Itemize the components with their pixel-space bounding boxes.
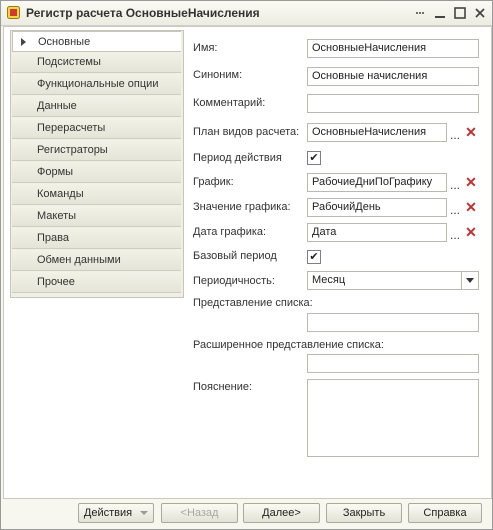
help-button[interactable]: Справка (408, 503, 482, 523)
synonym-input[interactable]: Основные начисления (307, 67, 479, 86)
schedule-value-input[interactable]: РабочийДень (307, 198, 447, 217)
base-period-checkbox[interactable]: ✔ (307, 250, 321, 264)
calc-plan-label: План видов расчета: (193, 126, 300, 138)
back-button[interactable]: <Назад (161, 503, 238, 523)
schedule-select-button[interactable]: ... (447, 173, 463, 192)
sidebar-item-recalculations[interactable]: Перерасчеты (12, 118, 181, 139)
explanation-label: Пояснение: (193, 381, 253, 393)
periodicity-label: Периодичность: (193, 275, 275, 287)
schedule-date-label: Дата графика: (193, 226, 267, 238)
sidebar-item-templates[interactable]: Макеты (12, 206, 181, 227)
schedule-clear-icon[interactable]: ✕ (464, 173, 478, 192)
window-title: Регистр расчета ОсновныеНачисления (26, 6, 260, 20)
ext-list-presentation-label: Расширенное представление списка: (193, 339, 384, 351)
periodicity-select[interactable]: Месяц (307, 271, 479, 290)
schedule-value-select-button[interactable]: ... (447, 198, 463, 217)
schedule-label: График: (193, 176, 234, 188)
active-arrow-icon (21, 38, 26, 46)
schedule-date-select-button[interactable]: ... (447, 223, 463, 242)
sidebar-item-rights[interactable]: Права (12, 228, 181, 249)
schedule-value-clear-icon[interactable]: ✕ (464, 198, 478, 217)
synonym-label: Синоним: (193, 69, 243, 81)
sidebar-item-forms[interactable]: Формы (12, 162, 181, 183)
close-button[interactable]: Закрыть (326, 503, 402, 523)
schedule-input[interactable]: РабочиеДниПоГрафику (307, 173, 447, 192)
editor-window: Регистр расчета ОсновныеНачисления Основ… (0, 0, 493, 530)
list-presentation-label: Представление списка: (193, 297, 313, 309)
schedule-value-label: Значение графика: (193, 201, 291, 213)
title-bar: Регистр расчета ОсновныеНачисления (1, 1, 492, 26)
name-input[interactable]: ОсновныеНачисления (307, 39, 479, 58)
actions-button[interactable]: Действия (78, 503, 154, 523)
dropdown-arrow-icon (140, 511, 149, 515)
sidebar-item-functional-options[interactable]: Функциональные опции (12, 74, 181, 95)
base-period-label: Базовый период (193, 250, 277, 262)
app-icon (7, 6, 20, 19)
sidebar-item-subsystems[interactable]: Подсистемы (12, 52, 181, 73)
periodicity-value: Месяц (312, 274, 346, 286)
sidebar-item-basic[interactable]: Основные (12, 31, 181, 52)
explanation-textarea[interactable] (307, 379, 479, 457)
schedule-date-clear-icon[interactable]: ✕ (464, 223, 478, 242)
chevron-down-icon[interactable] (461, 272, 478, 289)
name-label: Имя: (193, 42, 218, 54)
sidebar-item-other[interactable]: Прочее (12, 272, 181, 293)
maximize-icon[interactable] (451, 4, 469, 22)
sidebar-item-commands[interactable]: Команды (12, 184, 181, 205)
close-icon[interactable] (471, 4, 489, 22)
action-period-checkbox[interactable]: ✔ (307, 151, 321, 165)
more-menu-icon[interactable] (411, 4, 429, 22)
ext-list-presentation-input[interactable] (307, 354, 479, 373)
minimize-icon[interactable] (431, 4, 449, 22)
schedule-date-input[interactable]: Дата (307, 223, 447, 242)
next-button[interactable]: Далее> (243, 503, 320, 523)
calc-plan-input[interactable]: ОсновныеНачисления (307, 123, 447, 142)
calc-plan-clear-icon[interactable]: ✕ (464, 123, 478, 142)
comment-input[interactable] (307, 94, 479, 113)
calc-plan-select-button[interactable]: ... (447, 123, 463, 142)
action-period-label: Период действия (193, 152, 282, 164)
sidebar-item-data[interactable]: Данные (12, 96, 181, 117)
sidebar: Основные Подсистемы Функциональные опции… (10, 30, 184, 298)
sidebar-item-registrars[interactable]: Регистраторы (12, 140, 181, 161)
sidebar-item-data-exchange[interactable]: Обмен данными (12, 250, 181, 271)
actions-label: Действия (83, 507, 133, 519)
list-presentation-input[interactable] (307, 313, 479, 332)
comment-label: Комментарий: (193, 97, 266, 109)
